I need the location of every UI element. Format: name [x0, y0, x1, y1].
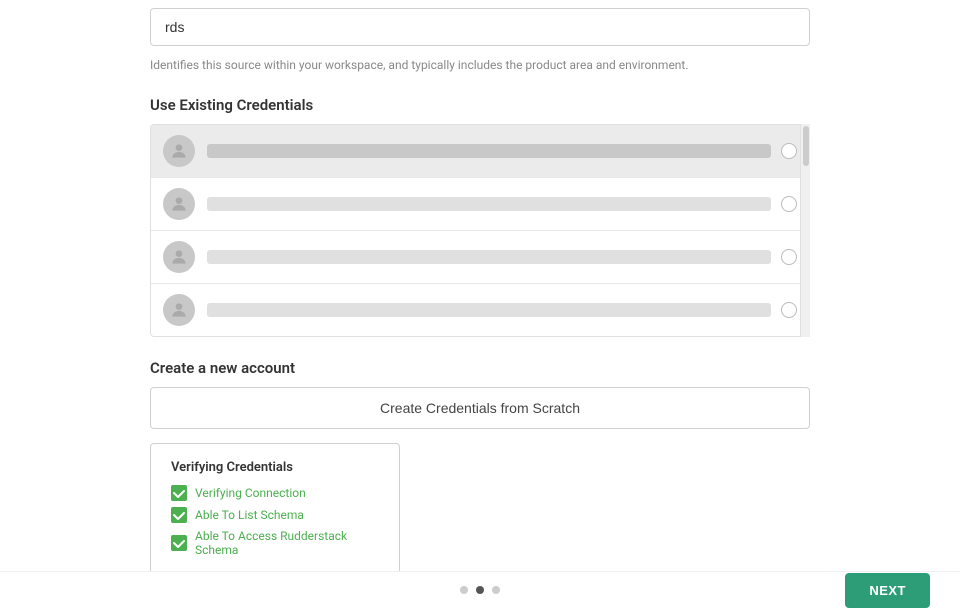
- avatar-4: [163, 294, 195, 326]
- scrollbar-thumb[interactable]: [803, 126, 809, 166]
- check-icon-2: [171, 507, 187, 523]
- verify-item-1: Verifying Connection: [171, 485, 379, 501]
- credential-radio-4[interactable]: [781, 302, 797, 318]
- verify-label-3: Able To Access Rudderstack Schema: [195, 529, 379, 557]
- credential-item-2[interactable]: [151, 178, 809, 231]
- credential-name-bar-1: [207, 144, 771, 158]
- check-icon-1: [171, 485, 187, 501]
- verifying-title: Verifying Credentials: [171, 460, 379, 475]
- credential-item-1[interactable]: [151, 125, 809, 178]
- credential-item-4[interactable]: [151, 284, 809, 336]
- bottom-bar: NEXT: [0, 571, 960, 608]
- check-icon-3: [171, 535, 187, 551]
- credential-radio-1[interactable]: [781, 143, 797, 159]
- content-area: Identifies this source within your works…: [150, 0, 810, 574]
- avatar-1: [163, 135, 195, 167]
- dot-2: [476, 586, 484, 594]
- dot-1: [460, 586, 468, 594]
- verifying-box: Verifying Credentials Verifying Connecti…: [150, 443, 400, 574]
- main-container: Identifies this source within your works…: [0, 0, 960, 608]
- credentials-list: [150, 124, 810, 337]
- next-button[interactable]: NEXT: [845, 573, 930, 608]
- verify-label-2: Able To List Schema: [195, 508, 304, 522]
- verify-item-3: Able To Access Rudderstack Schema: [171, 529, 379, 557]
- credential-name-bar-3: [207, 250, 771, 264]
- credential-item-3[interactable]: [151, 231, 809, 284]
- credential-name-bar-2: [207, 197, 771, 211]
- credential-radio-2[interactable]: [781, 196, 797, 212]
- create-new-title: Create a new account: [150, 359, 810, 377]
- create-credentials-button[interactable]: Create Credentials from Scratch: [150, 387, 810, 429]
- scrollbar-track[interactable]: [800, 124, 810, 337]
- avatar-2: [163, 188, 195, 220]
- avatar-3: [163, 241, 195, 273]
- verify-item-2: Able To List Schema: [171, 507, 379, 523]
- credential-radio-3[interactable]: [781, 249, 797, 265]
- credentials-wrapper: [150, 124, 810, 337]
- dot-3: [492, 586, 500, 594]
- pagination-dots: [460, 586, 500, 594]
- credential-name-bar-4: [207, 303, 771, 317]
- verify-label-1: Verifying Connection: [195, 486, 306, 500]
- source-name-input[interactable]: [150, 8, 810, 46]
- use-existing-title: Use Existing Credentials: [150, 96, 810, 114]
- helper-text: Identifies this source within your works…: [150, 56, 810, 74]
